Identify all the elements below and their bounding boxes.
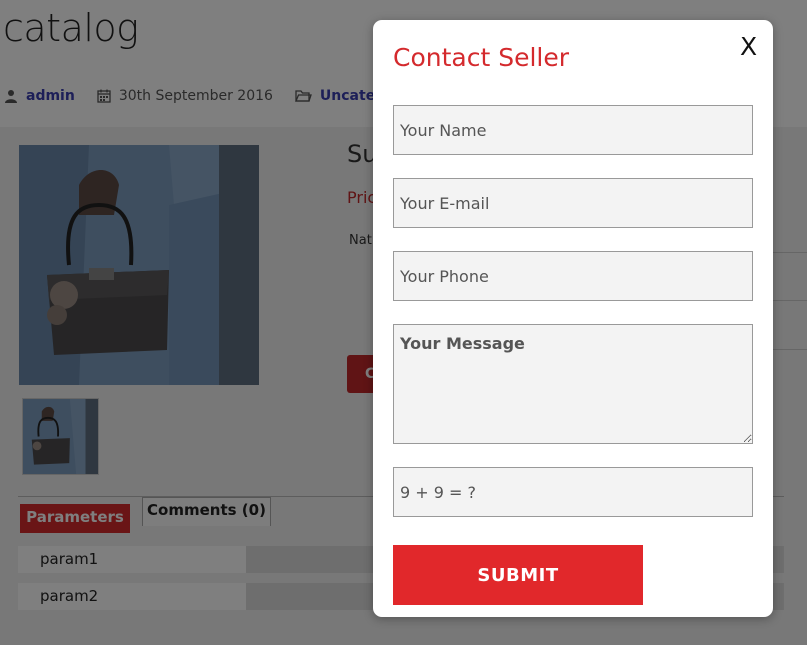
name-field[interactable] [393,105,753,155]
phone-field[interactable] [393,251,753,301]
captcha-field[interactable] [393,467,753,517]
contact-seller-modal: Contact Seller X SUBMIT [373,20,773,617]
close-icon[interactable]: X [740,34,757,59]
message-field[interactable] [393,324,753,444]
modal-title: Contact Seller [393,43,570,72]
email-field[interactable] [393,178,753,228]
submit-button[interactable]: SUBMIT [393,545,643,605]
